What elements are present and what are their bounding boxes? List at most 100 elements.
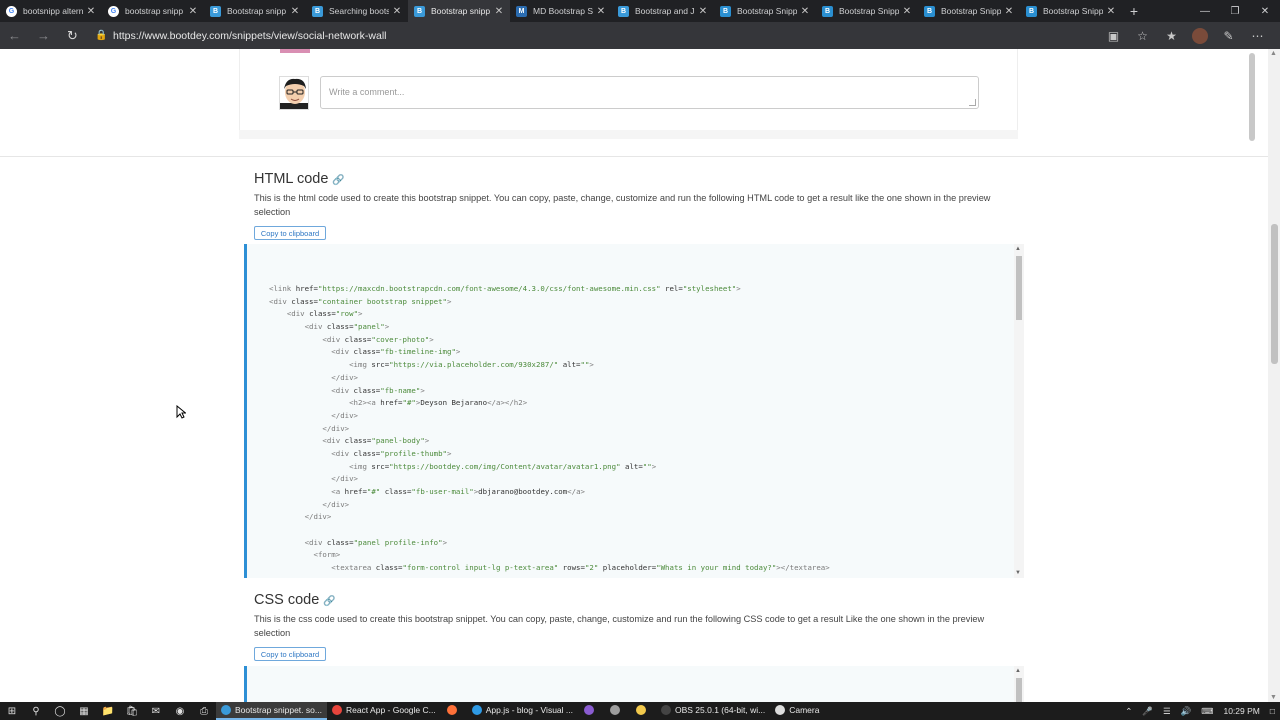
code-line: <div class="container bootstrap snippet"… xyxy=(269,296,452,306)
tab-close-icon[interactable]: ✕ xyxy=(1106,6,1116,17)
reader-icon[interactable]: ▣ xyxy=(1099,29,1128,43)
tab-close-icon[interactable]: ✕ xyxy=(494,6,504,17)
taskbar-app[interactable]: React App - Google C... xyxy=(327,702,441,720)
tab-close-icon[interactable]: ✕ xyxy=(800,6,810,17)
favorites-icon[interactable]: ★ xyxy=(1157,29,1186,43)
chevron-up-icon[interactable]: ⌃ xyxy=(1120,706,1137,717)
preview-scrollbar[interactable] xyxy=(1246,51,1258,151)
keyboard-icon[interactable]: ⌨ xyxy=(1196,706,1218,717)
reload-icon[interactable]: ↻ xyxy=(58,22,87,49)
taskbar-app-label: Bootstrap snippet. so... xyxy=(235,705,322,715)
browser-tab[interactable]: B Searching boots ✕ xyxy=(306,0,408,22)
taskbar-app[interactable] xyxy=(441,702,467,720)
tab-label: Searching boots xyxy=(329,6,389,16)
taskbar-app[interactable]: Bootstrap snippet. so... xyxy=(216,702,327,720)
css-code-scrollbar[interactable]: ▲ xyxy=(1014,666,1024,702)
restore-icon[interactable]: ❐ xyxy=(1220,0,1250,22)
code-scrollbar-thumb[interactable] xyxy=(1016,256,1022,320)
browser-tab[interactable]: B Bootstrap Snipp ✕ xyxy=(918,0,1020,22)
tab-close-icon[interactable]: ✕ xyxy=(86,6,96,17)
comment-input[interactable]: Write a comment... xyxy=(320,76,979,109)
css-copy-button[interactable]: Copy to clipboard xyxy=(254,647,326,661)
forward-arrow-icon[interactable]: → xyxy=(29,22,58,49)
scroll-down-arrow-icon[interactable]: ▼ xyxy=(1015,570,1021,576)
css-code-scrollbar-thumb[interactable] xyxy=(1016,678,1022,702)
browser-tab[interactable]: M MD Bootstrap S ✕ xyxy=(510,0,612,22)
tab-close-icon[interactable]: ✕ xyxy=(698,6,708,17)
taskbar-app[interactable] xyxy=(604,702,630,720)
tab-label: bootsnipp altern xyxy=(23,6,83,16)
code-scrollbar[interactable]: ▲ ▼ xyxy=(1014,244,1024,578)
cortana-icon[interactable]: ◯ xyxy=(48,702,72,720)
minimize-icon[interactable]: — xyxy=(1190,0,1220,22)
link-icon[interactable]: 🔗 xyxy=(323,596,335,607)
html-code-box[interactable]: <link href="https://maxcdn.bootstrapcdn.… xyxy=(244,244,1024,578)
html-code-content[interactable]: <link href="https://maxcdn.bootstrapcdn.… xyxy=(269,283,830,575)
tab-label: Bootstrap snipp xyxy=(431,6,491,16)
scroll-down-arrow-icon[interactable]: ▼ xyxy=(1270,694,1277,701)
tab-favicon-icon: B xyxy=(1026,5,1037,17)
tab-close-icon[interactable]: ✕ xyxy=(392,6,402,17)
share-icon[interactable]: ✎ xyxy=(1214,29,1243,43)
edge-browser-icon[interactable]: ◉ xyxy=(168,702,192,720)
browser-tab[interactable]: B Bootstrap Snipp ✕ xyxy=(714,0,816,22)
new-tab-button[interactable]: + xyxy=(1122,0,1146,22)
back-arrow-icon[interactable]: ← xyxy=(0,22,29,49)
tab-favicon-icon: B xyxy=(720,5,731,17)
browser-tab[interactable]: B Bootstrap snipp ✕ xyxy=(408,0,510,22)
search-icon[interactable]: ⚲ xyxy=(24,702,48,720)
browser-tab[interactable]: B Bootstrap snipp ✕ xyxy=(204,0,306,22)
clock[interactable]: 10:29 PM xyxy=(1218,706,1264,716)
page-scrollbar-thumb[interactable] xyxy=(1271,224,1278,364)
printer-icon[interactable]: ⎙ xyxy=(192,702,216,720)
tab-favicon-icon: M xyxy=(516,5,527,17)
code-line: <div class="row"> xyxy=(286,309,363,319)
file-explorer-icon[interactable]: 📁 xyxy=(96,702,120,720)
html-copy-button[interactable]: Copy to clipboard xyxy=(254,226,326,240)
microphone-icon[interactable]: 🎤 xyxy=(1137,706,1158,717)
scroll-up-arrow-icon[interactable]: ▲ xyxy=(1270,50,1277,57)
profile-avatar[interactable] xyxy=(1192,27,1208,44)
browser-tab[interactable]: B Bootstrap and J ✕ xyxy=(612,0,714,22)
address-bar[interactable]: https://www.bootdey.com/snippets/view/so… xyxy=(113,30,1099,42)
windows-start-icon[interactable]: ⊞ xyxy=(0,702,24,720)
taskbar-app[interactable]: App.js - blog - Visual ... xyxy=(467,702,578,720)
tab-close-icon[interactable]: ✕ xyxy=(290,6,300,17)
tab-close-icon[interactable]: ✕ xyxy=(596,6,606,17)
star-icon[interactable]: ☆ xyxy=(1128,29,1157,43)
volume-icon[interactable]: 🔊 xyxy=(1176,706,1197,717)
code-line: </div> xyxy=(331,410,358,420)
preview-scrollbar-thumb[interactable] xyxy=(1249,53,1255,141)
taskbar-app[interactable] xyxy=(578,702,604,720)
taskbar-app-label: React App - Google C... xyxy=(345,705,436,715)
tab-close-icon[interactable]: ✕ xyxy=(188,6,198,17)
code-line: <div class="panel profile-info"> xyxy=(304,537,448,547)
page-scrollbar[interactable]: ▲ ▼ xyxy=(1268,49,1280,702)
browser-tab[interactable]: B Bootstrap Snipp ✕ xyxy=(1020,0,1122,22)
scroll-up-arrow-icon[interactable]: ▲ xyxy=(1015,246,1021,252)
code-line: <div class="fb-name"> xyxy=(331,385,425,395)
scroll-up-arrow-icon[interactable]: ▲ xyxy=(1015,668,1021,674)
taskbar-app[interactable] xyxy=(630,702,656,720)
task-view-icon[interactable]: ▦ xyxy=(72,702,96,720)
css-code-description: This is the css code used to create this… xyxy=(254,614,985,638)
more-menu-icon[interactable]: ⋯ xyxy=(1243,29,1272,43)
browser-tab[interactable]: Gbootstrap snipp ✕ xyxy=(102,0,204,22)
tab-close-icon[interactable]: ✕ xyxy=(1004,6,1014,17)
network-icon[interactable]: ☰ xyxy=(1158,706,1176,717)
notifications-icon[interactable]: □ xyxy=(1265,706,1280,716)
taskbar-app[interactable]: OBS 25.0.1 (64-bit, wi... xyxy=(656,702,770,720)
css-code-box[interactable]: ▲ xyxy=(244,666,1024,702)
app-icon xyxy=(331,705,342,715)
code-line: </div> xyxy=(331,372,358,382)
store-icon[interactable]: 🛍 xyxy=(120,702,144,720)
browser-tab[interactable]: Gbootsnipp altern ✕ xyxy=(0,0,102,22)
mail-icon[interactable]: ✉ xyxy=(144,702,168,720)
browser-tab[interactable]: B Bootstrap Snipp ✕ xyxy=(816,0,918,22)
html-code-description: This is the html code used to create thi… xyxy=(254,193,991,217)
close-window-icon[interactable]: ✕ xyxy=(1250,0,1280,22)
taskbar-app-label: OBS 25.0.1 (64-bit, wi... xyxy=(674,705,766,715)
taskbar-app[interactable]: Camera xyxy=(770,702,824,720)
tab-close-icon[interactable]: ✕ xyxy=(902,6,912,17)
link-icon[interactable]: 🔗 xyxy=(332,175,344,186)
